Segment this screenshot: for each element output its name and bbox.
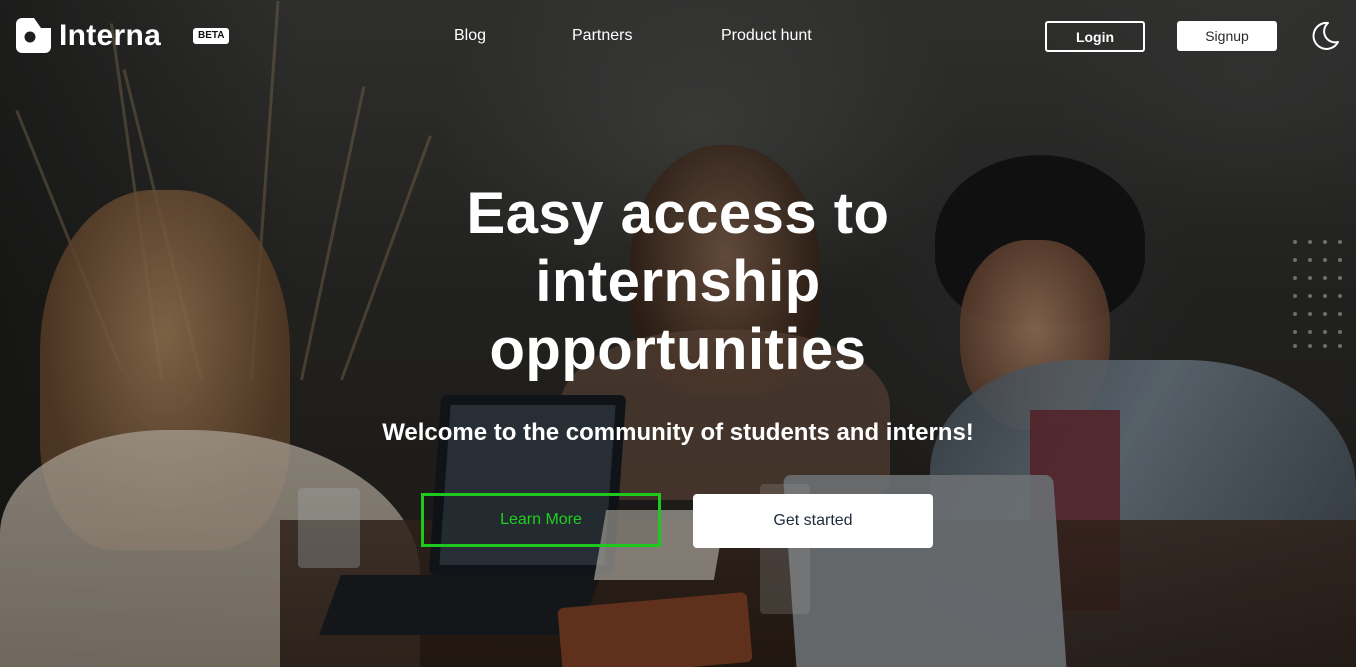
login-button[interactable]: Login	[1045, 21, 1145, 52]
beta-badge: BETA	[193, 28, 230, 44]
interna-logo-icon	[16, 18, 51, 53]
brand-name: Interna	[59, 19, 162, 52]
brand-logo[interactable]: Interna	[16, 18, 161, 53]
hero-subheadline: Welcome to the community of students and…	[382, 419, 974, 446]
nav-link-product-hunt[interactable]: Product hunt	[721, 26, 812, 46]
nav-link-blog[interactable]: Blog	[454, 26, 486, 46]
learn-more-button[interactable]: Learn More	[421, 493, 661, 547]
moon-icon[interactable]	[1308, 20, 1340, 52]
top-navbar: Interna BETA Blog Partners Product hunt …	[0, 0, 1356, 72]
decorative-dot-grid	[1293, 240, 1342, 348]
hero-headline: Easy access to internship opportunities	[378, 180, 978, 384]
headline-line: opportunities	[489, 317, 867, 382]
headline-line: internship	[535, 249, 821, 314]
get-started-button[interactable]: Get started	[693, 494, 933, 548]
headline-line: Easy access to	[466, 181, 890, 246]
signup-button[interactable]: Signup	[1177, 21, 1277, 51]
nav-link-partners[interactable]: Partners	[572, 26, 632, 46]
